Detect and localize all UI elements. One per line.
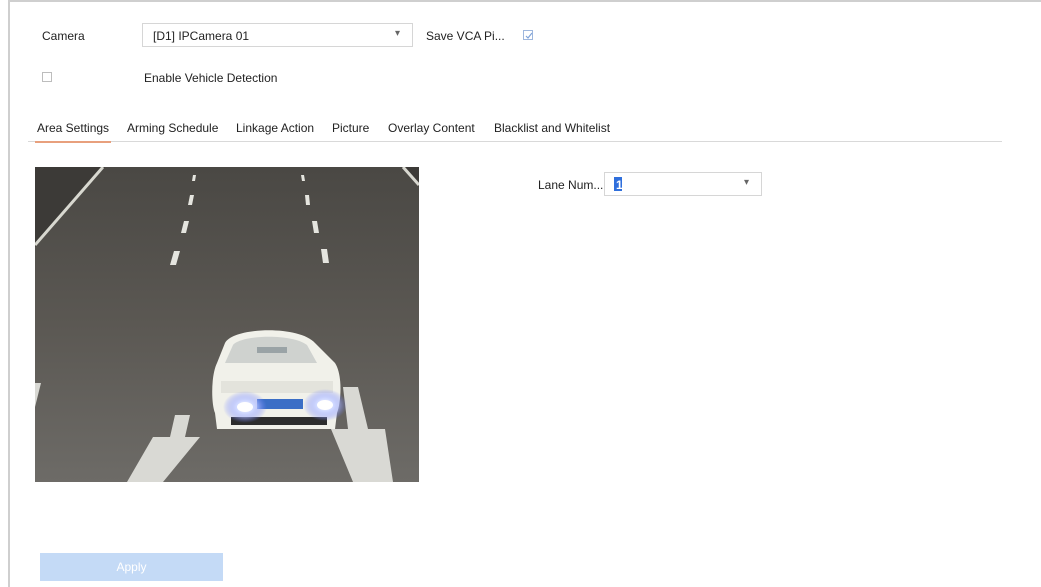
chevron-down-icon: ▾ [743,177,749,188]
save-vca-checkbox[interactable] [523,30,533,40]
camera-select[interactable]: [D1] IPCamera 01 ▾ [142,23,413,47]
camera-select-value: [D1] IPCamera 01 [153,29,250,43]
camera-label: Camera [42,29,85,43]
tab-arming-schedule[interactable]: Arming Schedule [127,121,218,135]
lane-number-label: Lane Num... [538,178,604,192]
save-vca-label: Save VCA Pi... [426,29,505,43]
apply-button[interactable]: Apply [40,553,223,581]
checkmark-icon [525,32,533,39]
vehicle-detection-label: Enable Vehicle Detection [144,71,278,85]
lane-number-value: 1 [616,178,623,192]
tab-picture[interactable]: Picture [332,121,369,135]
tab-overlay-content[interactable]: Overlay Content [388,121,475,135]
camera-preview[interactable] [35,167,419,482]
tab-linkage-action[interactable]: Linkage Action [236,121,314,135]
chevron-down-icon: ▾ [394,28,400,39]
road-scene-image [35,167,419,482]
tab-bar: Area Settings Arming Schedule Linkage Ac… [28,113,1002,143]
vehicle-detection-checkbox[interactable] [42,72,52,82]
tab-blacklist-whitelist[interactable]: Blacklist and Whitelist [494,121,610,135]
tab-area-settings[interactable]: Area Settings [34,121,112,143]
lane-number-select[interactable]: 1 ▾ [604,172,762,196]
